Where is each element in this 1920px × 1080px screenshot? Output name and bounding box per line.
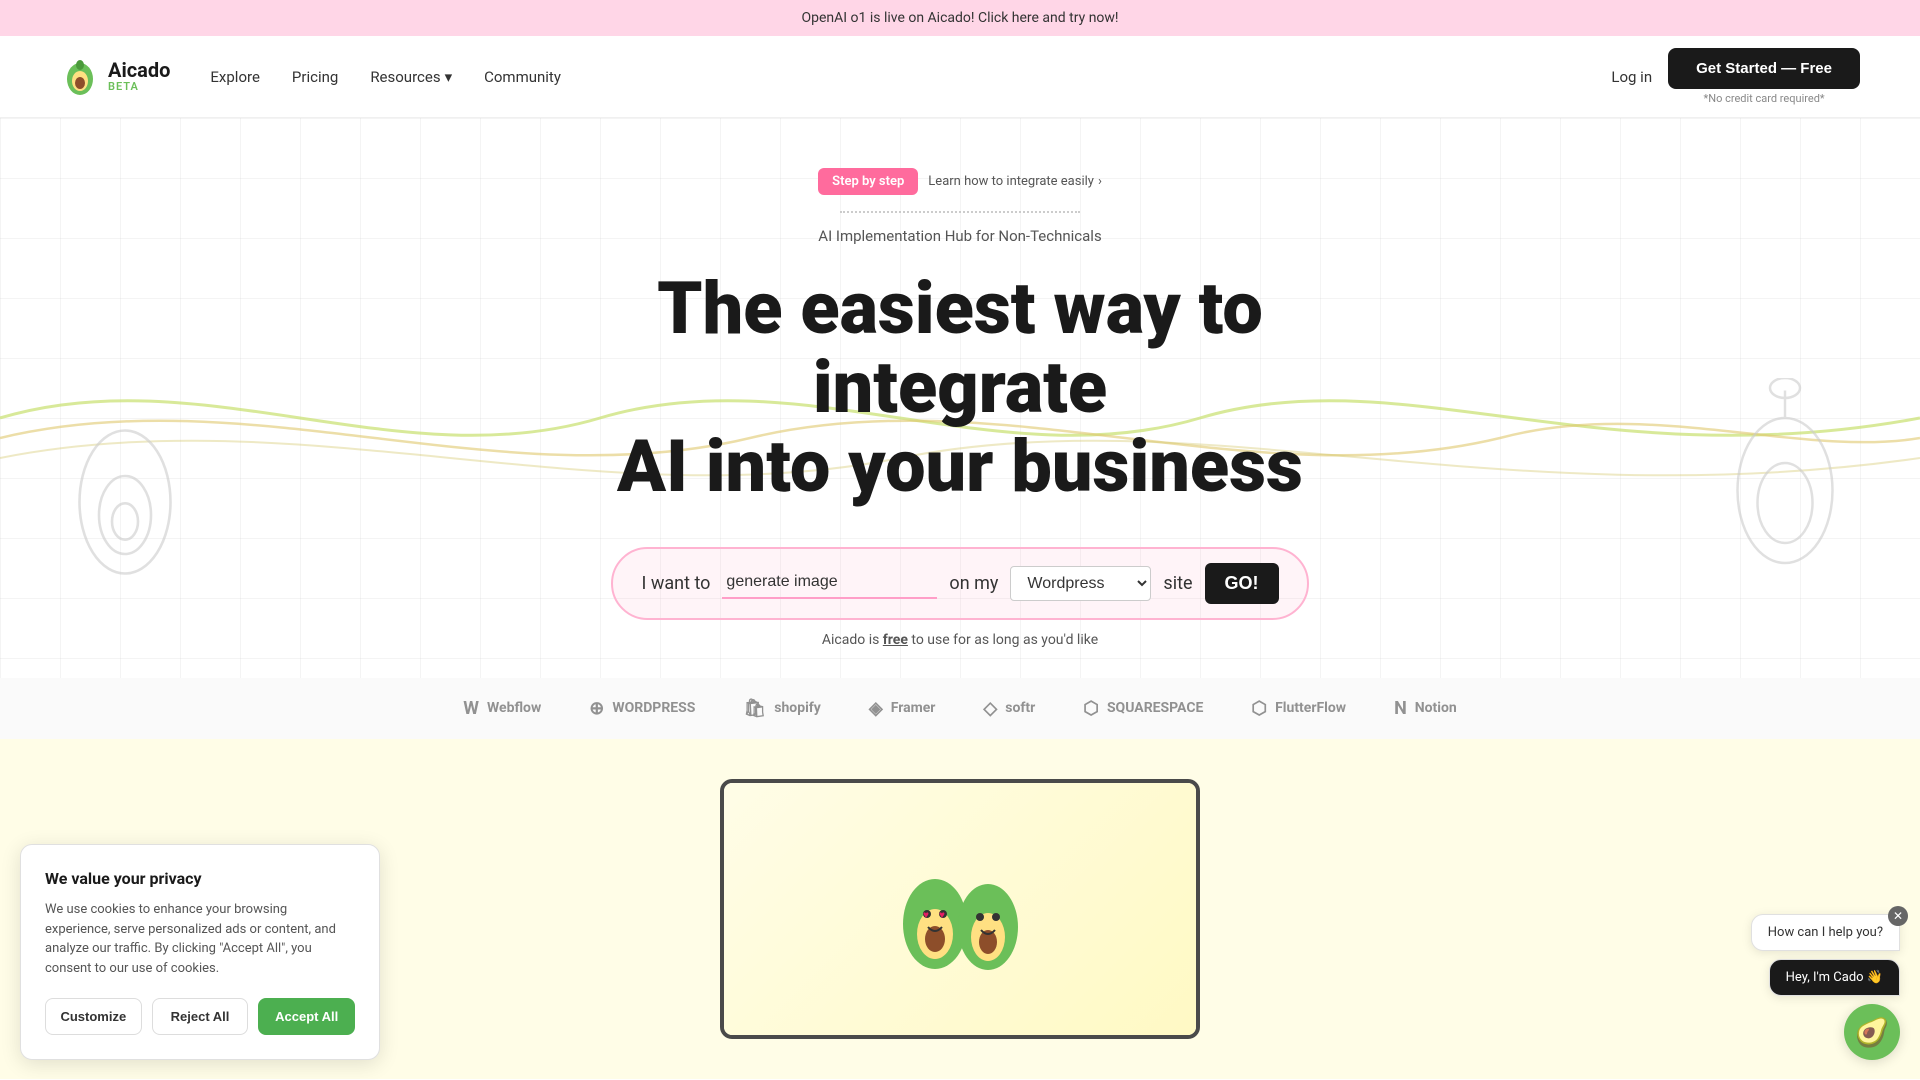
logo-framer: ◈ Framer	[869, 698, 936, 719]
sentence-prefix: I want to	[641, 573, 710, 594]
step-badge: Step by step Learn how to integrate easi…	[818, 168, 1102, 195]
logo-text-wrap: Aicado BETA	[108, 59, 170, 93]
demo-avocado-illustration: ♥ ♥	[870, 819, 1050, 999]
chat-bubble-2: Hey, I'm Cado 👋	[1769, 959, 1900, 996]
cta-wrap: Get Started — Free *No credit card requi…	[1668, 48, 1860, 105]
chat-avatar[interactable]: 🥑	[1844, 1004, 1900, 1060]
platform-select[interactable]: Wordpress Shopify Framer Softr Squarespa…	[1010, 566, 1151, 601]
arrow-right-icon: ›	[1098, 174, 1102, 189]
logo-webflow: W Webflow	[463, 698, 541, 719]
hero-section: Step by step Learn how to integrate easi…	[0, 118, 1920, 678]
nav-explore[interactable]: Explore	[210, 68, 260, 86]
shopify-icon: 🛍	[743, 698, 766, 719]
announcement-text: OpenAI o1 is live on Aicado! Click here …	[801, 10, 1118, 26]
logo-icon	[60, 57, 100, 97]
interactive-sentence: I want to on my Wordpress Shopify Framer…	[611, 547, 1308, 620]
nav-community[interactable]: Community	[484, 68, 561, 86]
chat-close-button[interactable]: ✕	[1888, 906, 1908, 926]
webflow-icon: W	[463, 698, 479, 719]
logo[interactable]: Aicado BETA	[60, 57, 170, 97]
logo-flutterflow: ⬡ FlutterFlow	[1251, 698, 1346, 719]
wordpress-icon: ⊕	[589, 698, 604, 719]
logo-wordpress: ⊕ WORDPRESS	[589, 698, 695, 719]
chat-bubble-1: How can I help you?	[1751, 914, 1900, 951]
step-link[interactable]: Learn how to integrate easily ›	[928, 174, 1102, 189]
logo-squarespace: ⬡ SQUARESPACE	[1083, 698, 1203, 719]
nav-links: Explore Pricing Resources ▾ Community	[210, 68, 561, 86]
get-started-button[interactable]: Get Started — Free	[1668, 48, 1860, 89]
cookie-accept-button[interactable]: Accept All	[258, 998, 355, 1035]
logo-name: Aicado	[108, 59, 170, 81]
nav-pricing[interactable]: Pricing	[292, 68, 338, 86]
free-availability-text: Aicado is free to use for as long as you…	[20, 632, 1900, 648]
cookie-title: We value your privacy	[45, 869, 355, 888]
squarespace-icon: ⬡	[1083, 698, 1099, 719]
softr-icon: ◇	[983, 698, 997, 719]
navbar-right: Log in Get Started — Free *No credit car…	[1611, 48, 1860, 105]
notion-icon: N	[1394, 698, 1407, 719]
hero-title-line1: The easiest way to integrate	[657, 266, 1263, 430]
chevron-down-icon: ▾	[445, 68, 453, 86]
go-button[interactable]: GO!	[1205, 563, 1279, 604]
action-input[interactable]	[722, 567, 937, 599]
svg-text:♥: ♥	[939, 910, 945, 921]
no-credit-text: *No credit card required*	[1703, 92, 1824, 105]
free-underline: free	[883, 632, 908, 648]
framer-icon: ◈	[869, 698, 883, 719]
hero-title: The easiest way to integrate AI into you…	[510, 269, 1410, 507]
logo-shopify: 🛍 shopify	[743, 698, 820, 719]
step-label: Step by step	[818, 168, 918, 195]
sentence-mid: on my	[949, 573, 998, 594]
navbar-left: Aicado BETA Explore Pricing Resources ▾ …	[60, 57, 561, 97]
navbar: Aicado BETA Explore Pricing Resources ▾ …	[0, 36, 1920, 118]
logo-beta: BETA	[108, 81, 170, 93]
login-link[interactable]: Log in	[1611, 68, 1652, 86]
demo-inner: ♥ ♥	[724, 783, 1196, 1035]
cookie-text: We use cookies to enhance your browsing …	[45, 900, 355, 978]
flutterflow-icon: ⬡	[1251, 698, 1267, 719]
hero-subtitle: AI Implementation Hub for Non-Technicals	[20, 227, 1900, 245]
sentence-suffix: site	[1163, 573, 1192, 594]
announcement-bar[interactable]: OpenAI o1 is live on Aicado! Click here …	[0, 0, 1920, 36]
cookie-banner: We value your privacy We use cookies to …	[20, 844, 380, 1060]
hero-title-line2: AI into your business	[617, 424, 1303, 509]
chat-widget: How can I help you? ✕ Hey, I'm Cado 👋 🥑	[1751, 914, 1900, 1060]
demo-frame: ♥ ♥	[720, 779, 1200, 1039]
cookie-buttons: Customize Reject All Accept All	[45, 998, 355, 1035]
cookie-customize-button[interactable]: Customize	[45, 998, 142, 1035]
nav-resources[interactable]: Resources ▾	[370, 68, 452, 86]
svg-text:♥: ♥	[923, 910, 929, 921]
step-divider	[840, 211, 1080, 213]
logos-bar: W Webflow ⊕ WORDPRESS 🛍 shopify ◈ Framer…	[0, 678, 1920, 739]
chat-bubble-1-wrap: How can I help you? ✕	[1751, 914, 1900, 951]
cookie-reject-button[interactable]: Reject All	[152, 998, 249, 1035]
logo-notion: N Notion	[1394, 698, 1457, 719]
logo-softr: ◇ softr	[983, 698, 1035, 719]
